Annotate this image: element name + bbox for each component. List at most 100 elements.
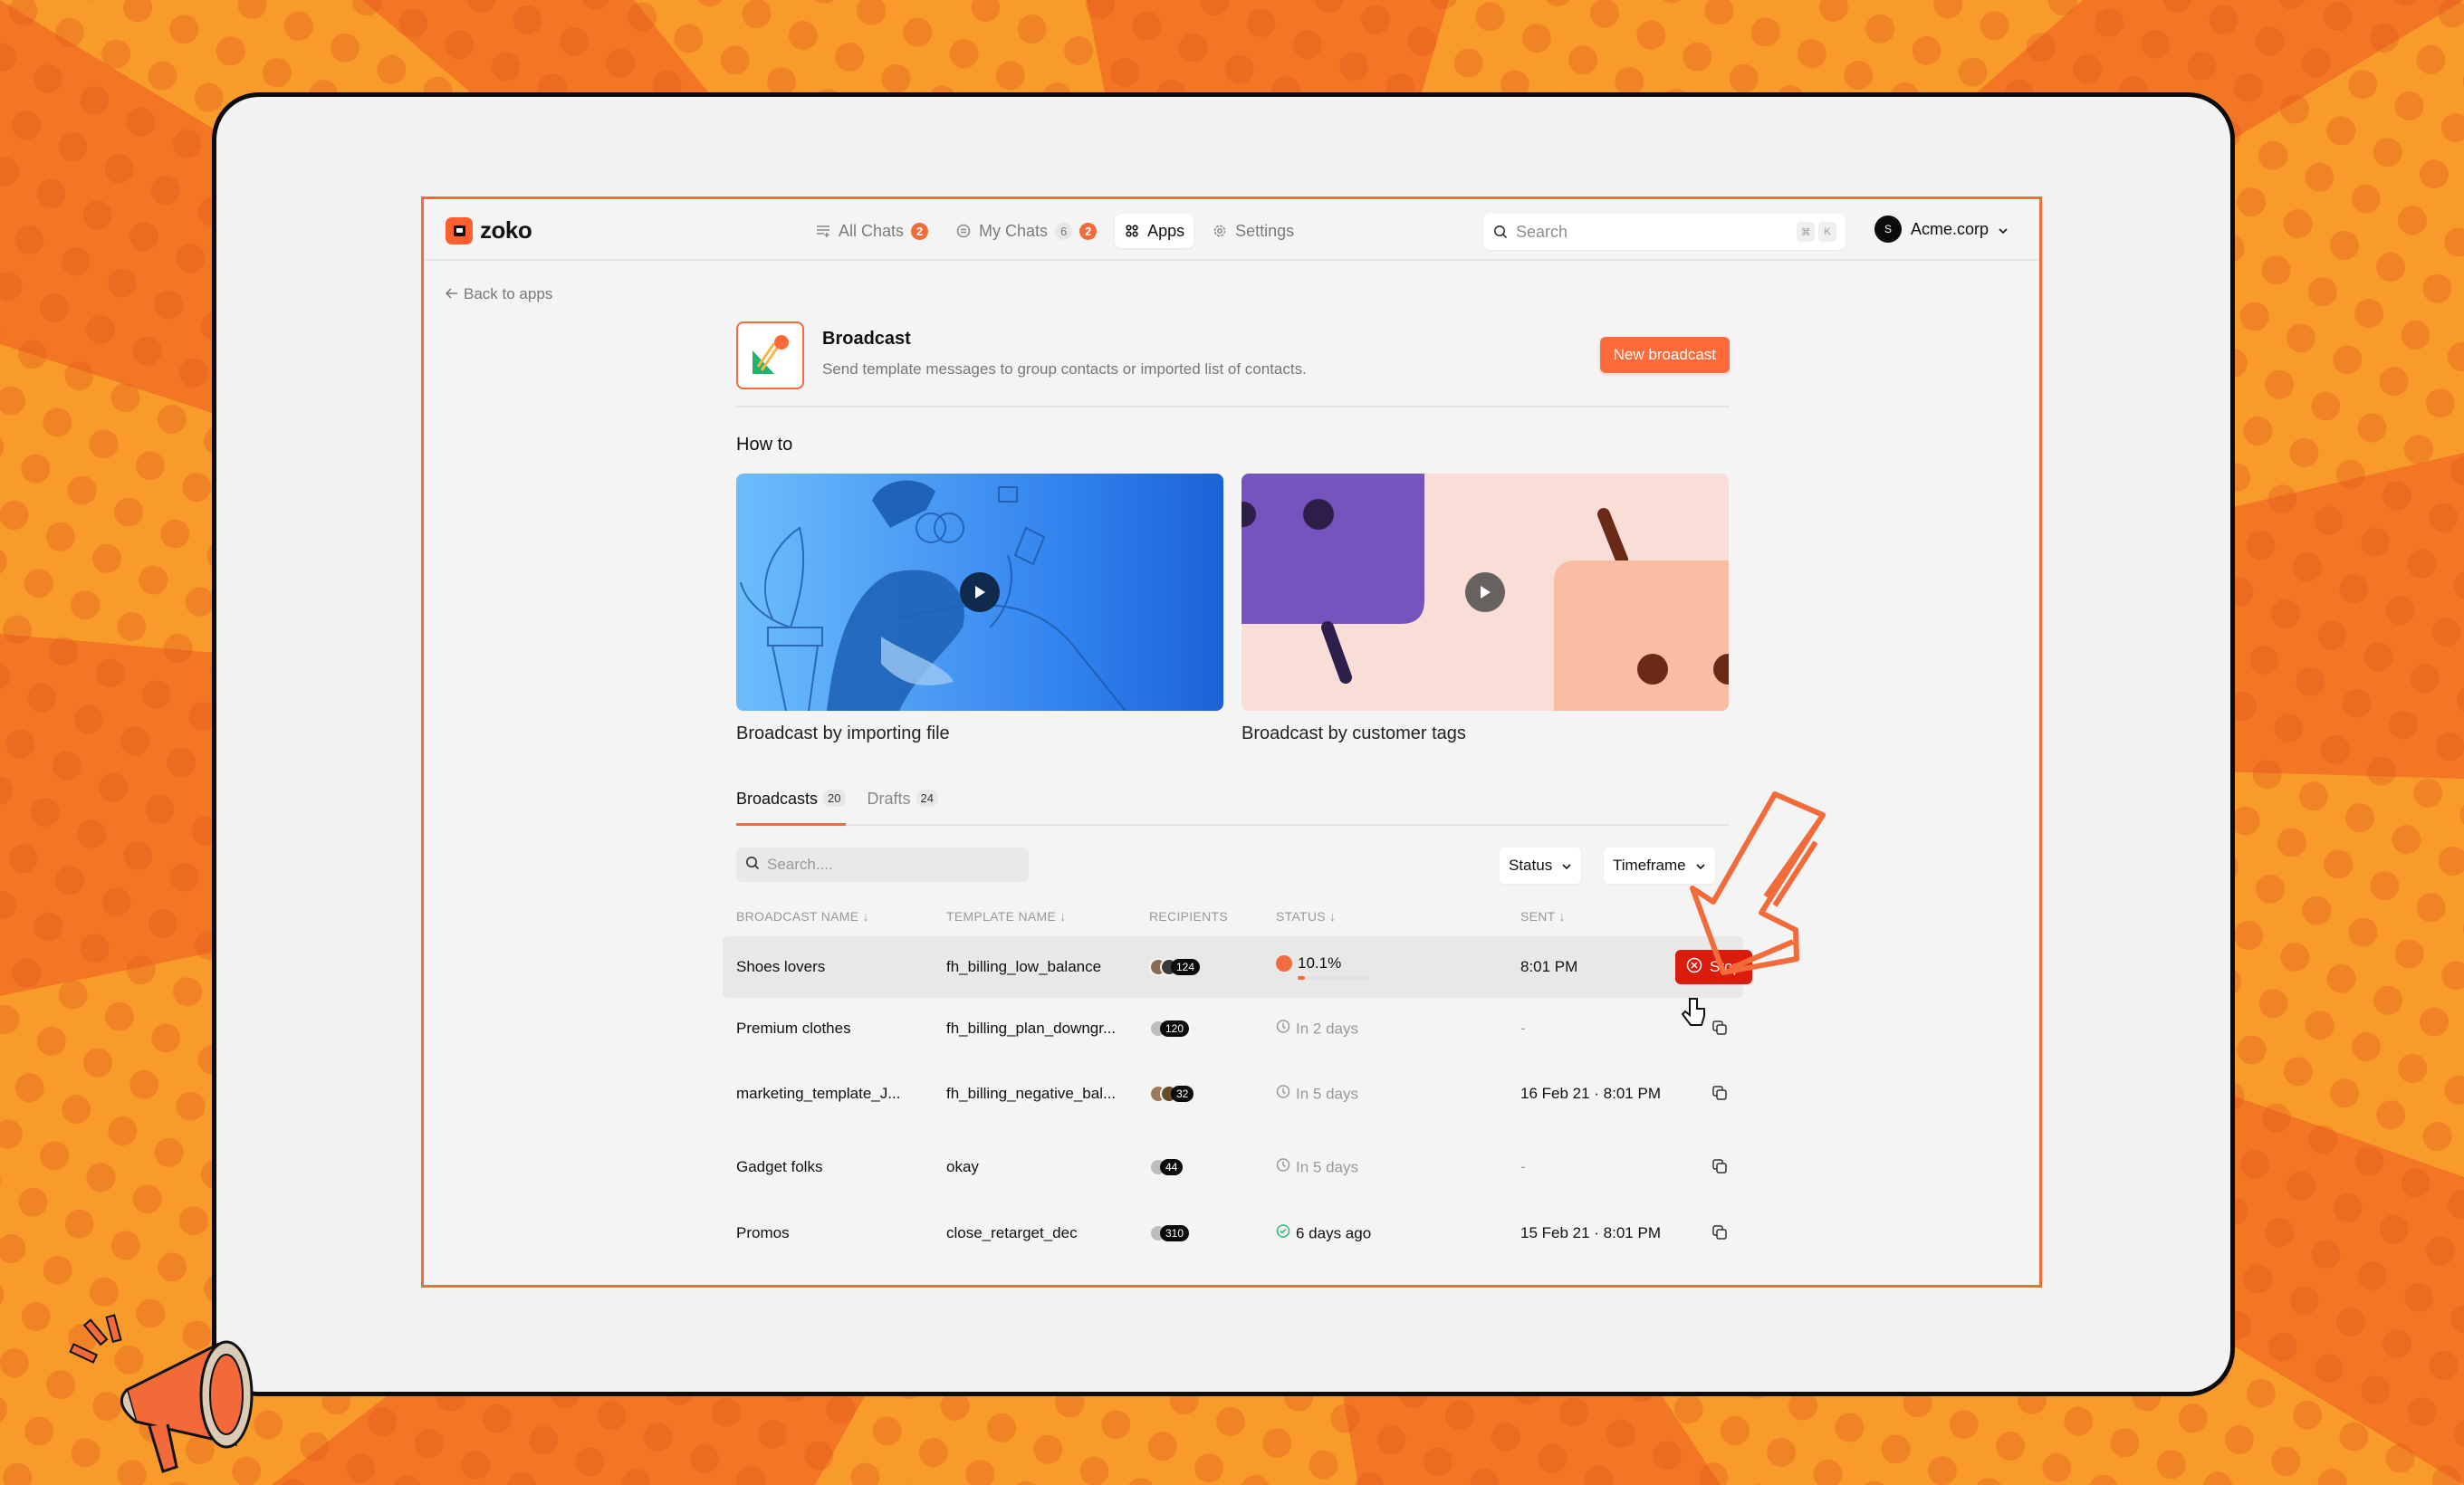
video-caption: Broadcast by importing file [736, 723, 950, 743]
copy-icon[interactable] [1711, 1020, 1730, 1038]
template-name: fh_billing_plan_downgr... [946, 1020, 1117, 1037]
template-name: fh_billing_negative_bal... [946, 1085, 1117, 1102]
template-name: close_retarget_dec [946, 1224, 1078, 1241]
column-sent[interactable]: SENT ↓ [1520, 909, 1566, 924]
video-caption: Broadcast by customer tags [1242, 723, 1466, 743]
back-to-apps-link[interactable]: Back to apps [445, 285, 553, 303]
check-circle-icon [1276, 1224, 1290, 1243]
top-navigation-bar: zoko All Chats 2 My Chats 6 2 Apps Setti… [424, 199, 2039, 261]
status-text: In 5 days [1296, 1085, 1358, 1102]
recipient-count: 124 [1171, 959, 1201, 975]
send-progress-bar [1298, 976, 1370, 980]
status-sending: 10.1% [1276, 954, 1370, 980]
tab-broadcasts[interactable]: Broadcasts 20 [736, 790, 846, 826]
status-text: In 5 days [1296, 1158, 1358, 1175]
gear-icon [1212, 223, 1228, 239]
table-row[interactable]: marketing_template_J... fh_billing_negat… [736, 1059, 1730, 1128]
sent-time: - [1520, 1020, 1526, 1037]
column-template-name[interactable]: TEMPLATE NAME ↓ [946, 909, 1067, 924]
list-icon [815, 223, 831, 239]
zoko-logo-icon [446, 216, 473, 244]
tab-drafts[interactable]: Drafts 24 [868, 790, 938, 824]
column-broadcast-name[interactable]: BROADCAST NAME ↓ [736, 909, 869, 924]
nav-apps[interactable]: Apps [1115, 214, 1194, 248]
recipients: 120 [1149, 1020, 1190, 1038]
progress-fill [1298, 976, 1306, 980]
chat-count-badge: 6 [1055, 222, 1073, 240]
play-icon[interactable] [960, 572, 1000, 612]
broadcast-search-input[interactable]: Search.... [736, 848, 1029, 882]
clock-icon [1276, 1020, 1290, 1039]
status-filter-dropdown[interactable]: Status [1500, 848, 1582, 884]
table-row[interactable]: Shoes lovers fh_billing_low_balance 124 … [723, 936, 1752, 998]
shortcut-key: K [1818, 222, 1836, 242]
chevron-down-icon [1695, 857, 1706, 875]
app-window: zoko All Chats 2 My Chats 6 2 Apps Setti… [421, 196, 2042, 1288]
table-row[interactable]: Gadget folks okay 44 In 5 days - [736, 1128, 1730, 1206]
tab-label: Broadcasts [736, 790, 819, 808]
account-name: Acme.corp [1911, 219, 1989, 238]
broadcast-name: marketing_template_J... [736, 1085, 901, 1102]
tab-label: Drafts [867, 790, 911, 808]
stop-label: Stop [1710, 958, 1741, 975]
close-circle-icon [1686, 957, 1702, 978]
app-title: Broadcast [822, 329, 911, 349]
copy-icon[interactable] [1711, 1224, 1730, 1242]
search-icon [745, 856, 760, 875]
play-icon[interactable] [1465, 572, 1505, 612]
chevron-down-icon [1561, 857, 1572, 875]
column-recipients: RECIPIENTS [1149, 909, 1229, 924]
video-card-importing-file[interactable]: Broadcast by importing file [736, 474, 1223, 744]
template-name: okay [946, 1158, 979, 1175]
app-header: Broadcast Send template messages to grou… [736, 321, 1730, 407]
table-row[interactable]: Promos close_retarget_dec 310 6 days ago… [736, 1206, 1730, 1260]
shortcut-key: ⌘ [1797, 222, 1815, 242]
recipients: 44 [1149, 1158, 1184, 1176]
video-card-customer-tags[interactable]: Broadcast by customer tags [1242, 474, 1729, 744]
nav-label: My Chats [979, 221, 1049, 240]
nav-my-chats[interactable]: My Chats 6 2 [946, 214, 1106, 248]
clock-icon [1276, 1085, 1290, 1104]
filter-label: Timeframe [1613, 857, 1686, 874]
copy-icon[interactable] [1711, 1085, 1730, 1103]
new-broadcast-button[interactable]: New broadcast [1599, 337, 1730, 373]
table-row[interactable]: Premium clothes fh_billing_plan_downgr..… [736, 998, 1730, 1059]
column-status[interactable]: STATUS ↓ [1276, 909, 1336, 924]
status-scheduled: In 2 days [1276, 1020, 1358, 1039]
video-thumbnail[interactable] [1242, 474, 1729, 711]
search-placeholder: Search.... [767, 856, 833, 873]
recipients: 124 [1149, 958, 1201, 976]
recipients: 32 [1149, 1085, 1194, 1103]
logo[interactable]: zoko [446, 216, 532, 244]
broadcast-name: Shoes lovers [736, 958, 826, 975]
timeframe-filter-dropdown[interactable]: Timeframe [1604, 848, 1715, 884]
account-switcher[interactable]: S Acme.corp [1874, 216, 2009, 243]
arrow-left-icon [445, 285, 458, 303]
status-text: 10.1% [1298, 954, 1342, 972]
video-thumbnail[interactable] [736, 474, 1223, 711]
megaphone-icon [1276, 955, 1292, 972]
recipient-count: 310 [1160, 1225, 1190, 1241]
back-label: Back to apps [464, 285, 553, 302]
chevron-down-icon [1998, 220, 2009, 239]
template-name: fh_billing_low_balance [946, 958, 1102, 975]
app-description: Send template messages to group contacts… [822, 360, 1307, 378]
chat-icon [955, 223, 972, 239]
copy-icon[interactable] [1711, 1158, 1730, 1176]
tab-count: 20 [823, 790, 846, 807]
recipient-count: 32 [1171, 1086, 1194, 1102]
status-text: In 2 days [1296, 1020, 1358, 1037]
stop-button[interactable]: Stop [1675, 950, 1752, 984]
table-toolbar: Search.... Status Timeframe [736, 848, 1730, 884]
broadcast-table: Shoes lovers fh_billing_low_balance 124 … [723, 936, 1752, 1260]
main-content: Broadcast Send template messages to grou… [723, 321, 1752, 1260]
broadcast-name: Gadget folks [736, 1158, 823, 1175]
recipients: 310 [1149, 1224, 1190, 1242]
broadcast-name: Premium clothes [736, 1020, 851, 1037]
broadcast-app-icon [736, 321, 804, 389]
nav-settings[interactable]: Settings [1203, 214, 1303, 248]
global-search-input[interactable]: Search ⌘ K [1483, 214, 1846, 250]
tab-count: 24 [916, 790, 938, 807]
nav-all-chats[interactable]: All Chats 2 [806, 214, 937, 248]
filter-label: Status [1509, 857, 1553, 874]
